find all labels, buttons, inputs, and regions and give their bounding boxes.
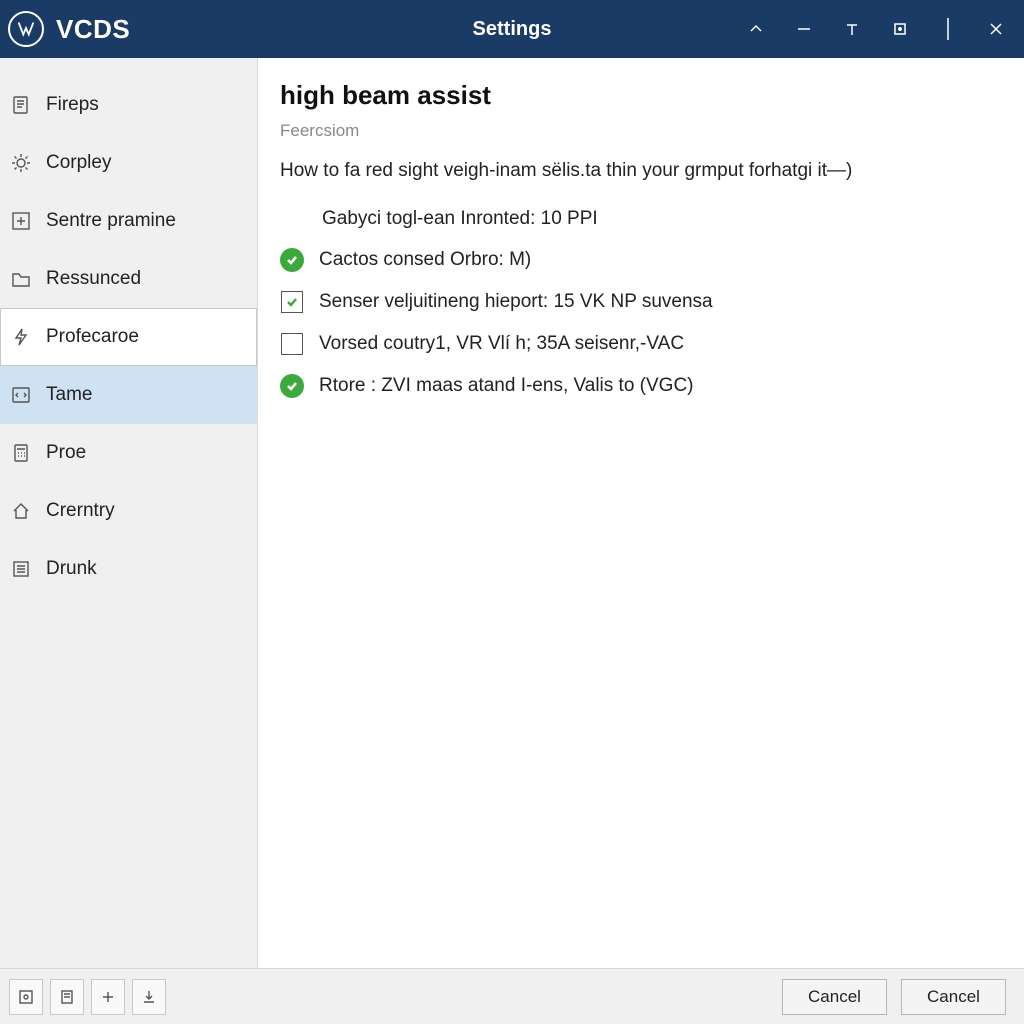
check-circle-icon[interactable]: [280, 248, 304, 272]
sidebar-item-drunk[interactable]: Drunk: [0, 540, 257, 598]
sidebar-item-label: Sentre pramine: [46, 210, 176, 232]
bolt-icon: [8, 324, 34, 350]
sidebar-item-label: Corpley: [46, 152, 111, 174]
titlebar: VCDS Settings: [0, 0, 1024, 58]
cancel-button[interactable]: Cancel: [782, 979, 887, 1015]
sidebar-item-label: Drunk: [46, 558, 97, 580]
vw-logo: [8, 11, 44, 47]
sidebar-item-sentre[interactable]: Sentre pramine: [0, 192, 257, 250]
sidebar-item-label: Crerntry: [46, 500, 115, 522]
sidebar: Fireps Corpley Sentre pramine Ressunced …: [0, 58, 258, 968]
setting-label: Cactos consed Orbro: M): [319, 249, 531, 271]
gear-icon: [8, 150, 34, 176]
cancel-button-2[interactable]: Cancel: [901, 979, 1006, 1015]
tool-button-add[interactable]: [91, 979, 125, 1015]
setting-label: Vorsed coutry1, VR Vlí h; 35A seisenr,-V…: [319, 333, 684, 355]
tool-button-download[interactable]: [132, 979, 166, 1015]
plus-box-icon: [8, 208, 34, 234]
setting-row: Vorsed coutry1, VR Vlí h; 35A seisenr,-V…: [280, 332, 998, 356]
sidebar-item-label: Proe: [46, 442, 86, 464]
maximize-button[interactable]: [880, 9, 920, 49]
setting-label: Rtore : ZVI maas atand I-ens, Valis to (…: [319, 375, 694, 397]
text-tool-icon[interactable]: [832, 9, 872, 49]
sidebar-item-proe[interactable]: Proe: [0, 424, 257, 482]
minimize-button[interactable]: [784, 9, 824, 49]
chevron-up-icon[interactable]: [736, 9, 776, 49]
app-name: VCDS: [56, 14, 130, 45]
setting-row: Rtore : ZVI maas atand I-ens, Valis to (…: [280, 374, 998, 398]
close-button[interactable]: [976, 9, 1016, 49]
window-title: Settings: [473, 18, 552, 41]
section-description: How to fa red sight veigh-inam sëlis.ta …: [280, 159, 998, 184]
tool-button-1[interactable]: [9, 979, 43, 1015]
setting-label: Gabyci togl-ean Inronted: 10 PPI: [322, 208, 598, 230]
sidebar-item-tame[interactable]: Tame: [0, 366, 257, 424]
sidebar-item-label: Profecaroe: [46, 326, 139, 348]
sidebar-item-corpley[interactable]: Corpley: [0, 134, 257, 192]
footer-bar: Cancel Cancel: [0, 968, 1024, 1024]
section-subtitle: Feercsiom: [280, 121, 998, 141]
checkbox-unchecked[interactable]: [280, 332, 304, 356]
setting-row: Senser veljuitineng hieport: 15 VK NP su…: [280, 290, 998, 314]
checkbox-checked[interactable]: [280, 290, 304, 314]
home-icon: [8, 498, 34, 524]
document-icon: [8, 92, 34, 118]
sidebar-item-fireps[interactable]: Fireps: [0, 76, 257, 134]
window-controls: [736, 9, 1024, 49]
calculator-icon: [8, 440, 34, 466]
main-area: Fireps Corpley Sentre pramine Ressunced …: [0, 58, 1024, 968]
divider-icon: [928, 9, 968, 49]
sidebar-item-label: Ressunced: [46, 268, 141, 290]
sidebar-item-crerntry[interactable]: Crerntry: [0, 482, 257, 540]
sidebar-item-ressunced[interactable]: Ressunced: [0, 250, 257, 308]
sidebar-item-label: Fireps: [46, 94, 99, 116]
tool-button-2[interactable]: [50, 979, 84, 1015]
folder-icon: [8, 266, 34, 292]
section-title: high beam assist: [280, 80, 998, 111]
code-icon: [8, 382, 34, 408]
setting-label: Senser veljuitineng hieport: 15 VK NP su…: [319, 291, 713, 313]
list-icon: [8, 556, 34, 582]
check-circle-icon[interactable]: [280, 374, 304, 398]
setting-row: Gabyci togl-ean Inronted: 10 PPI: [280, 208, 998, 230]
setting-row: Cactos consed Orbro: M): [280, 248, 998, 272]
sidebar-item-profecaroe[interactable]: Profecaroe: [0, 308, 257, 366]
content-area: high beam assist Feercsiom How to fa red…: [258, 58, 1024, 968]
sidebar-item-label: Tame: [46, 384, 92, 406]
